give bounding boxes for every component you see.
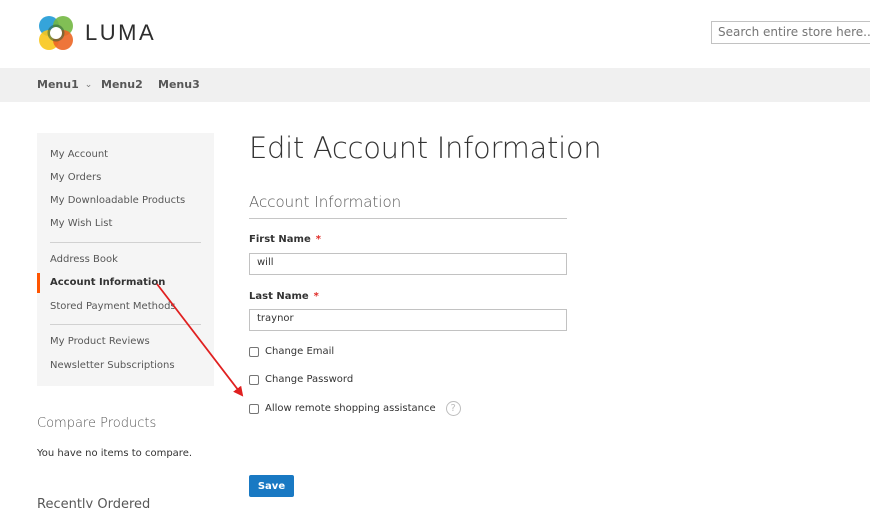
required-mark: * — [315, 234, 321, 245]
chevron-down-icon: ⌄ — [84, 79, 93, 90]
checkbox-box[interactable] — [249, 346, 259, 357]
sidebar-item-my-orders[interactable]: My Orders — [50, 172, 101, 183]
sidebar-divider — [50, 324, 201, 325]
checkbox-box[interactable] — [249, 403, 259, 414]
site-header: LUMA Search entire store here... — [0, 0, 870, 68]
luma-logo-icon — [39, 16, 73, 50]
checkbox-change-password[interactable]: Change Password — [249, 374, 353, 385]
checkbox-allow-remote-shopping-assistance[interactable]: Allow remote shopping assistance ? — [249, 401, 461, 416]
section-divider — [249, 218, 567, 219]
checkbox-label[interactable]: Change Password — [265, 374, 353, 385]
nav-label: Menu1 — [37, 78, 79, 91]
first-name-label-text: First Name — [249, 234, 311, 245]
page-title: Edit Account Information — [249, 131, 602, 165]
checkbox-change-email[interactable]: Change Email — [249, 346, 334, 357]
help-question-icon[interactable]: ? — [445, 401, 461, 416]
checkbox-label[interactable]: Allow remote shopping assistance — [265, 403, 436, 414]
recently-ordered-title: Recently Ordered — [37, 497, 151, 508]
account-sidebar: My Account My Orders My Downloadable Pro… — [37, 133, 214, 386]
nav-label: Menu3 — [158, 78, 200, 91]
sidebar-item-my-downloadable-products[interactable]: My Downloadable Products — [50, 195, 185, 206]
save-button[interactable]: Save — [249, 475, 294, 497]
last-name-label: Last Name * — [249, 291, 319, 302]
sidebar-item-my-wish-list[interactable]: My Wish List — [50, 218, 112, 229]
sidebar-item-stored-payment-methods[interactable]: Stored Payment Methods — [50, 301, 176, 312]
nav-label: Menu2 — [101, 78, 143, 91]
nav-item-menu2[interactable]: Menu2 — [101, 78, 143, 91]
sidebar-item-account-information[interactable]: Account Information — [50, 277, 165, 288]
checkbox-label[interactable]: Change Email — [265, 346, 334, 357]
required-mark: * — [313, 291, 319, 302]
sidebar-item-newsletter-subscriptions[interactable]: Newsletter Subscriptions — [50, 360, 175, 371]
logo-link[interactable]: LUMA — [37, 14, 156, 52]
sidebar-item-my-product-reviews[interactable]: My Product Reviews — [50, 336, 150, 347]
sidebar-active-indicator — [37, 273, 40, 293]
brand-name: LUMA — [85, 20, 157, 45]
nav-item-menu1[interactable]: Menu1 ⌄ — [37, 78, 92, 91]
last-name-label-text: Last Name — [249, 291, 309, 302]
compare-empty-message: You have no items to compare. — [37, 448, 193, 459]
section-title: Account Information — [249, 193, 402, 211]
main-navigation: Menu1 ⌄ Menu2 Menu3 — [0, 68, 870, 102]
first-name-label: First Name * — [249, 234, 321, 245]
nav-item-menu3[interactable]: Menu3 — [158, 78, 200, 91]
sidebar-item-address-book[interactable]: Address Book — [50, 254, 118, 265]
first-name-input[interactable]: will — [249, 253, 567, 275]
search-input[interactable]: Search entire store here... — [711, 21, 870, 44]
sidebar-item-my-account[interactable]: My Account — [50, 149, 108, 160]
compare-products-title: Compare Products — [37, 416, 157, 431]
checkbox-box[interactable] — [249, 374, 259, 385]
last-name-input[interactable]: traynor — [249, 309, 567, 331]
sidebar-divider — [50, 242, 201, 243]
